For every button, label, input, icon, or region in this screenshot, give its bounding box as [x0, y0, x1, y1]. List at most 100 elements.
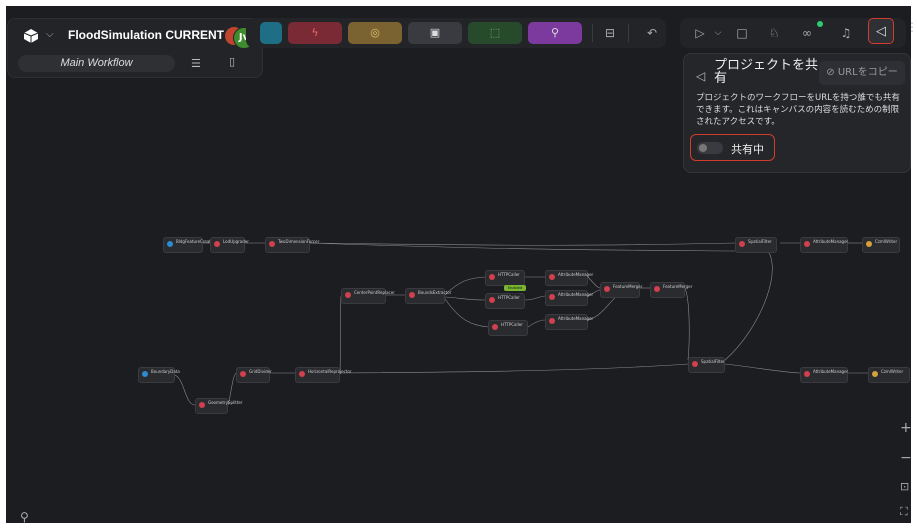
workflow-node[interactable]: AttributeManager [800, 367, 848, 383]
node-type-icon [739, 241, 745, 247]
dashed-box-icon[interactable]: ⬚ [468, 22, 522, 44]
link-icon: ⊘ [826, 67, 838, 78]
node-type-icon [804, 371, 810, 377]
node-type-icon [549, 274, 555, 280]
node-type-icon [167, 241, 173, 247]
node-label: FeatureMerger [663, 284, 693, 289]
workflow-node[interactable]: AttributeManager [545, 270, 593, 286]
more-icon[interactable]: ⋮ [906, 20, 917, 34]
workflow-node[interactable]: BoundsExtractor [405, 288, 451, 304]
search-icon[interactable]: ⚲ [20, 510, 29, 524]
bell-icon[interactable]: ♫ [834, 22, 858, 44]
node-label: LodUpgrader [223, 239, 249, 244]
node-type-icon [299, 371, 305, 377]
workflow-node[interactable]: AttributeManager [545, 290, 593, 306]
workflow-node[interactable]: CzmlWriter [862, 237, 900, 253]
chevron-down-icon[interactable]: ⌵ [706, 22, 730, 44]
node-type-icon [240, 371, 246, 377]
workflow-node[interactable]: HTTPCaller [485, 270, 525, 286]
toggle-knob [699, 144, 707, 152]
node-label: AttributeManager [558, 292, 594, 297]
node-label: SpatialFilter [748, 239, 772, 244]
teal-tool-icon[interactable] [260, 22, 282, 44]
note-icon[interactable]: ▣ [408, 22, 462, 44]
node-type-icon [604, 286, 610, 292]
workflow-node[interactable]: FeatureMerger [650, 282, 692, 298]
node-label: HTTPCaller [498, 272, 520, 277]
node-type-icon [489, 297, 495, 303]
lightning-icon[interactable]: ϟ [288, 22, 342, 44]
workflow-node[interactable]: AttributeManager [800, 237, 848, 253]
zoom-in-icon[interactable]: + [900, 420, 912, 436]
node-type-icon [654, 286, 660, 292]
node-label: AttributeManager [558, 316, 594, 321]
list-icon[interactable]: ☰ [191, 57, 201, 70]
node-type-icon [492, 324, 498, 330]
node-type-icon [866, 241, 872, 247]
node-label: BoundaryData [151, 369, 180, 374]
stop-icon[interactable]: □ [730, 22, 754, 44]
workflow-node[interactable]: HTTPCaller [485, 293, 525, 309]
divider [592, 24, 593, 42]
node-type-icon [489, 274, 495, 280]
node-label: GeometrySplitter [208, 400, 243, 405]
document-icon[interactable]: ▯ [229, 55, 235, 68]
node-type-icon [549, 294, 555, 300]
share-toggle[interactable] [697, 142, 723, 154]
layout-icon[interactable]: ⊟ [598, 22, 622, 44]
node-label: SpatialFilter [701, 359, 725, 364]
copy-url-button[interactable]: ⊘ URLをコピー [819, 61, 905, 85]
fullscreen-icon[interactable]: ⛶ [900, 505, 908, 519]
workflow-node[interactable]: CzmlWriter [868, 367, 910, 383]
node-type-icon [872, 371, 878, 377]
popup-title: プロジェクトを共有 [714, 58, 819, 86]
node-label: HorizontalReprojector [308, 369, 352, 374]
circle-icon[interactable]: ◎ [348, 22, 402, 44]
debug-icon[interactable]: ♘ [762, 22, 786, 44]
node-label: CenterPointReplacer [354, 290, 395, 295]
project-title: FloodSimulation CURRENT [68, 28, 224, 42]
send-icon: ◁ [696, 69, 706, 83]
fit-view-icon[interactable]: ⊡ [900, 480, 909, 493]
branch-icon[interactable]: ⚲ [528, 22, 582, 44]
undo-icon[interactable]: ↶ [640, 22, 664, 44]
node-toolbar: ϟ ◎ ▣ ⬚ ⚲ ⊟ ↶ [246, 18, 666, 48]
chevron-down-icon[interactable]: ⌵ [46, 29, 54, 40]
node-label: CzmlWriter [875, 239, 898, 244]
node-type-icon [214, 241, 220, 247]
node-type-icon [409, 292, 415, 298]
node-label: AttributeManager [558, 272, 594, 277]
toggle-label: 共有中 [731, 143, 764, 156]
node-label: CzmlWriter [881, 369, 904, 374]
workflow-node[interactable]: FeatureMerger [600, 282, 642, 298]
workflow-node[interactable]: AttributeManager [545, 314, 593, 330]
workflow-node[interactable]: GridDivider [236, 367, 272, 383]
workflow-node[interactable]: HTTPCaller [488, 320, 528, 336]
copy-url-label: URLをコピー [837, 67, 898, 78]
node-label: TwoDimensionForcer [278, 239, 320, 244]
workflow-node[interactable]: LodUpgrader [210, 237, 249, 253]
node-label: AttributeManager [813, 369, 849, 374]
workflow-node[interactable]: CenterPointReplacer [341, 288, 395, 304]
workflow-node[interactable]: GeometrySplitter [195, 398, 243, 414]
node-type-icon [142, 371, 148, 377]
share-button[interactable]: ◁ [868, 18, 894, 44]
workflow-node[interactable]: BoundaryData [138, 367, 180, 383]
workflow-node[interactable]: SpatialFilter [735, 237, 777, 253]
node-label: HTTPCaller [501, 322, 523, 327]
zoom-out-icon[interactable]: − [900, 450, 912, 466]
workflow-node[interactable]: SpatialFilter [688, 357, 725, 373]
share-toggle-group[interactable]: 共有中 [690, 134, 775, 161]
binoculars-icon[interactable]: ∞ [795, 22, 819, 44]
workflow-node[interactable]: HorizontalReprojector [295, 367, 351, 383]
workflow-node[interactable]: BldgFeatureCreator [163, 237, 215, 253]
node-type-icon [269, 241, 275, 247]
logo-icon [22, 28, 40, 44]
node-type-icon [692, 361, 698, 367]
status-badge: Enabled 4000 [504, 285, 526, 296]
workflow-selector[interactable]: Main Workflow [18, 55, 175, 72]
divider [628, 24, 629, 42]
node-type-icon [345, 292, 351, 298]
node-label: BoundsExtractor [418, 290, 452, 295]
workflow-node[interactable]: TwoDimensionForcer [265, 237, 319, 253]
